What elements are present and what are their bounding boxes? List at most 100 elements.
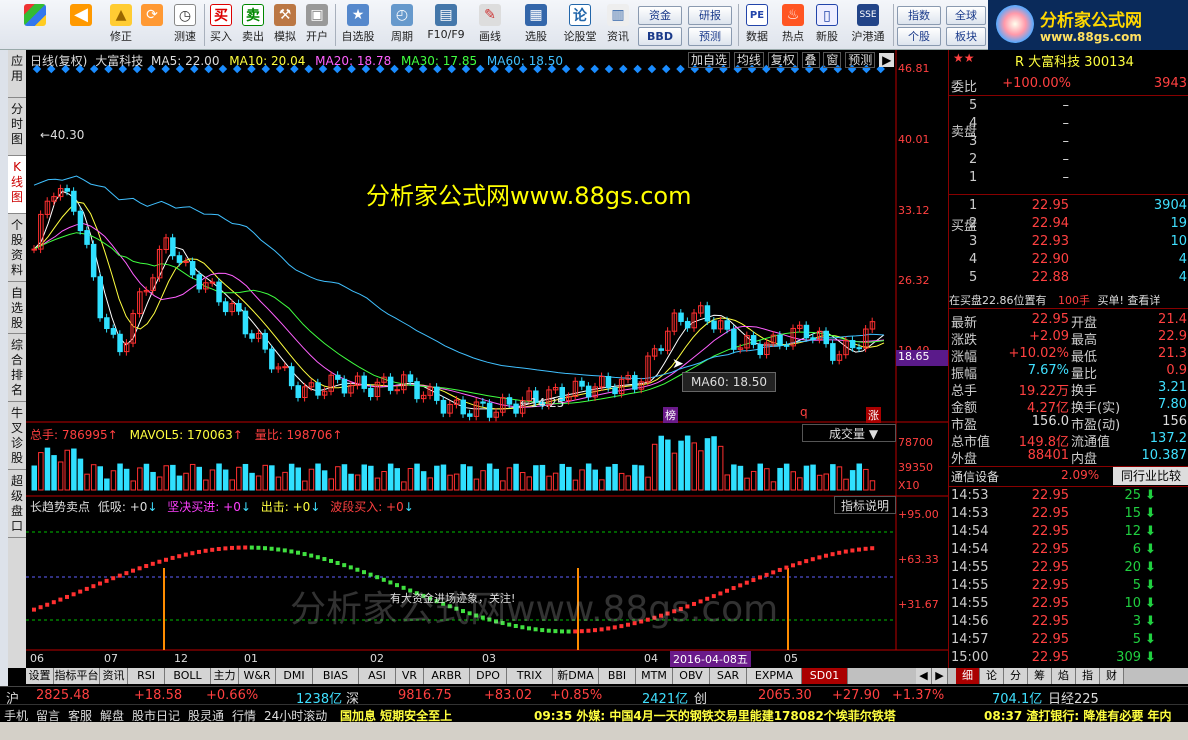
indicator-tab[interactable]: 设置	[26, 668, 54, 684]
indicator-tab[interactable]: BIAS	[313, 668, 359, 684]
indicator-tab[interactable]: RSI	[128, 668, 165, 684]
add-watchlist-button[interactable]: 加自选	[688, 52, 731, 68]
industry-name: 通信设备	[951, 470, 1000, 484]
indicator-tab[interactable]: ASI	[359, 668, 396, 684]
buy-row[interactable]: 3 22.93 10	[949, 234, 1188, 252]
refresh-button[interactable]: ⟳	[140, 2, 164, 48]
kline-chart-area[interactable]: 日线(复权) 大富科技 MA5: 22.00 MA10: 20.04 MA20:…	[26, 50, 948, 668]
volume-bar	[559, 463, 565, 491]
indicator-tab[interactable]: MTM	[636, 668, 673, 684]
volume-dropdown[interactable]: 成交量 ▼	[802, 424, 896, 442]
f10-button[interactable]: ▤ F10/F9	[426, 2, 466, 48]
indicator-tab[interactable]: DPO	[470, 668, 507, 684]
indicator-tab[interactable]: SAR	[710, 668, 747, 684]
indicator-dot	[144, 564, 149, 569]
kline-canvas[interactable]	[26, 50, 948, 668]
industry-compare-button[interactable]: 同行业比较	[1113, 467, 1188, 485]
scroll-right-icon[interactable]: ▶	[932, 668, 948, 684]
sell-row[interactable]: 2–	[949, 152, 1188, 170]
order-notice-text: 在买盘22.86位置有	[949, 294, 1047, 307]
nav-ranking[interactable]: 综合排名	[8, 334, 26, 402]
stat-row: 总市值 149.8亿 流通值 137.2	[949, 431, 1188, 450]
panel-tab[interactable]: 分	[1004, 668, 1028, 684]
forecast-button[interactable]: 预测	[688, 27, 732, 46]
total-volume: 总手: 786995	[30, 428, 108, 442]
back-button[interactable]: ◀	[64, 2, 98, 48]
indicator-tab[interactable]: EXPMA	[747, 668, 802, 684]
nav-app[interactable]: 应用	[8, 50, 26, 98]
buy-row[interactable]: 2 22.94 19	[949, 216, 1188, 234]
buy-row[interactable]: 4 22.90 4	[949, 252, 1188, 270]
indicator-tab[interactable]: DMI	[276, 668, 313, 684]
nav-diagnose[interactable]: 牛叉诊股	[8, 402, 26, 470]
sse-hk-button[interactable]: SSE 沪港通	[846, 2, 890, 48]
nav-watchlist[interactable]: 自选股	[8, 282, 26, 334]
fix-button[interactable]: ▲ 修正	[104, 2, 138, 48]
sell-row[interactable]: 3–	[949, 134, 1188, 152]
fund-button[interactable]: 资金	[638, 6, 682, 25]
indicator-tab[interactable]: 资讯	[100, 668, 128, 684]
indicator-tab[interactable]: OBV	[673, 668, 710, 684]
panel-tab[interactable]: 细	[956, 668, 980, 684]
volume-bar	[704, 438, 711, 491]
buy-button[interactable]: 买买入	[206, 2, 236, 48]
nav-kline[interactable]: K线图	[8, 156, 26, 214]
collapse-icon[interactable]: ▶	[879, 53, 895, 67]
stock-button[interactable]: 个股	[897, 27, 941, 46]
speed-test-button[interactable]: ◷ 测速	[168, 2, 202, 48]
sell-row[interactable]: 4–	[949, 116, 1188, 134]
sell-row[interactable]: 5–	[949, 98, 1188, 116]
period-label: 日线(复权)	[30, 54, 88, 68]
indicator-help-button[interactable]: 指标说明	[834, 496, 896, 514]
indicator-tab[interactable]: 新DMA	[553, 668, 599, 684]
indicator-tab[interactable]: VR	[396, 668, 424, 684]
nav-timeshare[interactable]: 分时图	[8, 98, 26, 156]
new-stock-button[interactable]: ▯ 新股	[812, 2, 842, 48]
candle	[295, 385, 301, 398]
panel-tab[interactable]: 论	[980, 668, 1004, 684]
tick-volume: 15	[1124, 506, 1141, 521]
sell-row[interactable]: 1–	[949, 170, 1188, 188]
indicator-tab[interactable]: SD01	[802, 668, 848, 684]
buy-row[interactable]: 5 22.88 4	[949, 270, 1188, 288]
indicator-tab[interactable]: BOLL	[165, 668, 211, 684]
indicator-tab[interactable]: 指标平台	[54, 668, 100, 684]
indicator-tab[interactable]: ARBR	[424, 668, 470, 684]
global-button[interactable]: 全球	[946, 6, 986, 25]
bbd-button[interactable]: BBD	[638, 27, 682, 46]
research-button[interactable]: 研报	[688, 6, 732, 25]
forecast-toggle-button[interactable]: 预测	[845, 52, 876, 68]
sector-button[interactable]: 板块	[946, 27, 986, 46]
windows-button[interactable]	[18, 2, 52, 48]
indicator-tab[interactable]: BBI	[599, 668, 636, 684]
candle	[104, 317, 110, 330]
cy-pct: +1.37%	[892, 688, 945, 703]
data-button[interactable]: PE 数据	[742, 2, 772, 48]
draw-line-button[interactable]: ✎ 画线	[470, 2, 510, 48]
open-account-button[interactable]: ▣ 开户	[302, 2, 332, 48]
simulate-button[interactable]: ⚒ 模拟	[270, 2, 300, 48]
period-button[interactable]: ◴ 周期	[382, 2, 422, 48]
indicator-tab[interactable]: TRIX	[507, 668, 553, 684]
overlay-button[interactable]: 叠	[801, 52, 820, 68]
panel-tab[interactable]: 筹	[1028, 668, 1052, 684]
indicator-tab[interactable]: 主力	[211, 668, 239, 684]
index-button[interactable]: 指数	[897, 6, 941, 25]
news-button[interactable]: ▥ 资讯	[602, 2, 634, 48]
nav-orderbook[interactable]: 超级盘口	[8, 470, 26, 538]
window-button[interactable]: 窗	[823, 52, 842, 68]
nav-profile[interactable]: 个股资料	[8, 214, 26, 282]
buy-row[interactable]: 1 22.95 3904	[949, 198, 1188, 216]
panel-tab[interactable]: 指	[1076, 668, 1100, 684]
sell-button[interactable]: 卖卖出	[238, 2, 268, 48]
select-stock-button[interactable]: ▦ 选股	[516, 2, 556, 48]
panel-tab[interactable]: 财	[1100, 668, 1124, 684]
ma-button[interactable]: 均线	[733, 52, 764, 68]
forum-button[interactable]: 论论股堂	[560, 2, 600, 48]
indicator-tab[interactable]: W&R	[239, 668, 276, 684]
panel-tab[interactable]: 焰	[1052, 668, 1076, 684]
adjust-button[interactable]: 复权	[767, 52, 798, 68]
hot-button[interactable]: ♨ 热点	[778, 2, 808, 48]
watchlist-button[interactable]: ★ 自选股	[338, 2, 378, 48]
scroll-left-icon[interactable]: ◀	[916, 668, 932, 684]
